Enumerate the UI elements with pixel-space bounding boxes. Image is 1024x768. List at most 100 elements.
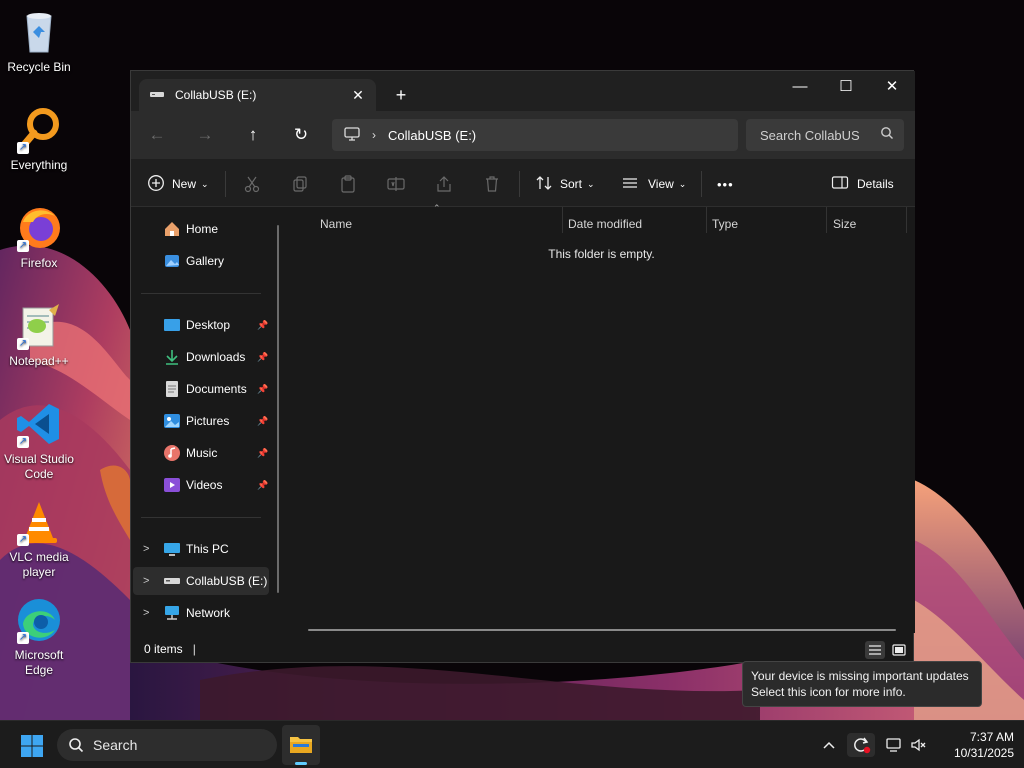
desktop-icon-vscode[interactable]: ↗ Visual Studio Code [0,400,78,482]
refresh-button[interactable]: ↻ [284,121,318,149]
nav-item-documents[interactable]: Documents 📌 [133,375,269,403]
nav-item-downloads[interactable]: Downloads 📌 [133,343,269,371]
column-divider[interactable] [826,207,827,233]
taskbar-file-explorer-button[interactable] [282,725,320,765]
sort-icon [535,174,553,195]
divider [519,171,520,197]
view-button[interactable]: View ⌄ [621,171,686,197]
file-explorer-icon [290,737,312,753]
column-header-date-modified[interactable]: Date modified [568,217,642,231]
monitor-icon [344,126,360,144]
nav-item-label: Documents [186,382,247,396]
address-bar[interactable]: › CollabUSB (E:) [332,119,738,151]
sort-button[interactable]: Sort ⌄ [535,171,595,197]
nav-item-music[interactable]: Music 📌 [133,439,269,467]
details-view-button[interactable] [865,641,885,659]
plus-circle-icon [147,174,165,195]
nav-item-network[interactable]: > Network [133,599,269,627]
new-tab-button[interactable]: + [387,83,415,107]
column-divider[interactable] [706,207,707,233]
taskbar-search-box[interactable]: Search [57,729,277,761]
rename-button[interactable] [387,171,405,197]
notepad-plus-plus-icon: ↗ [15,302,63,350]
taskbar-search-label: Search [93,737,138,753]
column-header-name[interactable]: Name [320,217,352,231]
expand-chevron-icon[interactable]: > [143,607,149,619]
expand-chevron-icon[interactable]: > [143,543,149,555]
more-options-button[interactable]: ••• [717,171,734,197]
desktop-icon-firefox[interactable]: ↗ Firefox [0,204,78,271]
column-header-type[interactable]: Type [712,217,738,231]
nav-item-this-pc[interactable]: > This PC [133,535,269,563]
desktop-icon-label: Firefox [20,256,58,270]
recycle-bin-icon [15,8,63,56]
desktop-icon-label: Visual Studio Code [4,452,74,481]
nav-item-gallery[interactable]: Gallery [133,247,269,275]
tab-bar: CollabUSB (E:) ✕ + — ☐ ✕ [131,71,915,111]
divider [141,293,261,294]
tab-collabusb[interactable]: CollabUSB (E:) ✕ [139,79,376,111]
nav-item-home[interactable]: Home [133,215,269,243]
nav-item-label: Videos [186,478,223,492]
column-divider[interactable] [562,207,563,233]
breadcrumb-chevron-icon[interactable]: › [372,128,376,142]
horizontal-scrollbar[interactable] [308,629,896,631]
copy-button[interactable] [291,171,309,197]
column-header-size[interactable]: Size [833,217,856,231]
desktop-icon-everything[interactable]: ↗ Everything [0,106,78,173]
windows-update-tray-button[interactable] [847,733,875,757]
file-list: ⌃ Name Date modified Type Size This fold… [288,203,915,633]
nav-item-videos[interactable]: Videos 📌 [133,471,269,499]
nav-scrollbar[interactable] [277,225,279,593]
desktop-icon-notepad-plus-plus[interactable]: ↗ Notepad++ [0,302,78,369]
desktop-icon-recycle-bin[interactable]: Recycle Bin [0,8,78,75]
start-button[interactable] [20,734,44,763]
share-button[interactable] [435,171,453,197]
pin-icon[interactable]: 📌 [257,352,268,363]
chevron-down-icon: ⌄ [587,178,595,189]
nav-item-desktop[interactable]: Desktop 📌 [133,311,269,339]
maximize-button[interactable]: ☐ [823,71,869,101]
nav-item-collabusb[interactable]: > CollabUSB (E:) [133,567,269,595]
pin-icon[interactable]: 📌 [257,384,268,395]
everything-icon: ↗ [15,106,63,154]
back-button[interactable]: ← [140,121,174,149]
desktop-icon-edge[interactable]: ↗ Microsoft Edge [0,596,78,678]
delete-button[interactable] [483,171,501,197]
shortcut-arrow-icon: ↗ [17,632,29,644]
pin-icon[interactable]: 📌 [257,480,268,491]
details-label: Details [857,177,894,191]
usb-drive-icon [163,572,181,590]
close-tab-icon[interactable]: ✕ [346,83,370,107]
pin-icon[interactable]: 📌 [257,416,268,427]
desktop-icon-vlc[interactable]: ↗ VLC media player [0,498,78,580]
details-button[interactable]: Details [831,171,894,197]
breadcrumb-current[interactable]: CollabUSB (E:) [388,128,476,143]
tiles-view-button[interactable] [889,641,909,659]
status-bar: 0 items | [131,633,915,664]
pin-icon[interactable]: 📌 [257,320,268,331]
desktop-icon-label: Microsoft Edge [14,648,64,677]
network-tray-button[interactable] [880,733,908,757]
show-hidden-icons-button[interactable] [815,733,843,757]
new-button[interactable]: New ⌄ [147,171,209,197]
empty-folder-message: This folder is empty. [548,247,655,261]
up-button[interactable]: ↑ [236,121,270,149]
nav-item-pictures[interactable]: Pictures 📌 [133,407,269,435]
forward-button[interactable]: → [188,121,222,149]
search-icon [880,126,894,143]
paste-button[interactable] [339,171,357,197]
details-pane-icon [831,175,849,194]
system-clock[interactable]: 7:37 AM 10/31/2025 [928,729,1014,761]
column-divider[interactable] [906,207,907,233]
nav-item-label: Desktop [186,318,231,332]
pin-icon[interactable]: 📌 [257,448,268,459]
expand-chevron-icon[interactable]: > [143,575,149,587]
minimize-button[interactable]: — [777,71,823,101]
documents-icon [163,380,181,398]
search-box[interactable]: Search CollabUS [746,119,904,151]
desktop-icon-label: Everything [10,158,68,172]
taskbar: Search 7:37 AM 10/31/2025 [0,720,1024,768]
close-window-button[interactable]: ✕ [869,71,915,101]
cut-button[interactable] [243,171,261,197]
